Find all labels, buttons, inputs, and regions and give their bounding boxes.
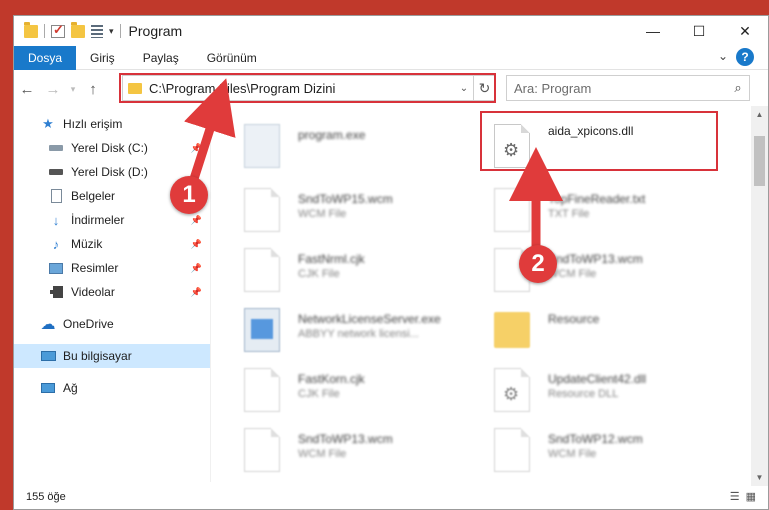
- annotation-arrows: [184, 78, 563, 253]
- step-badge-1: 1: [170, 176, 208, 214]
- arrow-to-address-bar: [184, 78, 236, 187]
- step-badge-2: 2: [519, 245, 557, 283]
